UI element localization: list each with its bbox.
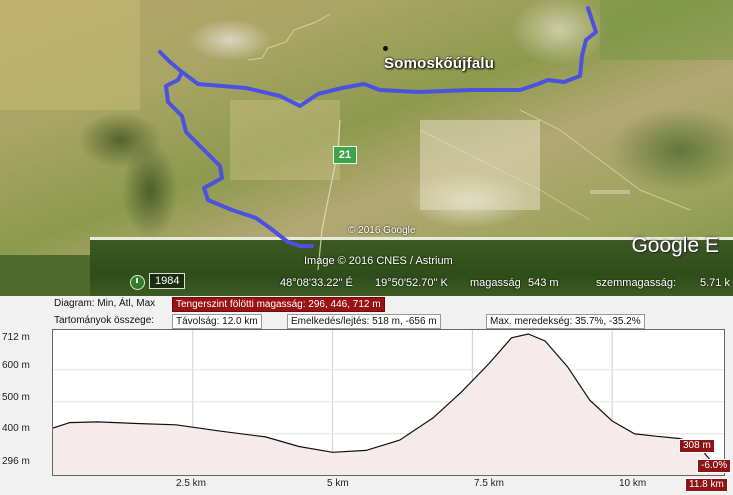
village-label: Somoskőújfalu	[384, 55, 495, 72]
satellite-map[interactable]: Somoskőújfalu 21 © 2016 Google Google E …	[0, 0, 733, 296]
elevation-value: 543 m	[528, 277, 559, 289]
elevation-label: magasság	[470, 277, 521, 289]
latitude-readout: 48°08'33.22" É	[280, 277, 353, 289]
end-altitude-tag: 308 m	[679, 439, 715, 453]
x-tick-label: 10 km	[619, 478, 647, 489]
y-tick-label: 600 m	[2, 360, 30, 371]
range-label: Tartományok összege:	[54, 315, 155, 326]
slope-stat: Max. meredekség: 35.7%, -35.2%	[486, 314, 645, 329]
clock-icon[interactable]	[130, 275, 145, 290]
elevation-chart-svg[interactable]	[53, 330, 724, 475]
profile-info-row: Tartományok összege: Távolság: 12.0 km E…	[0, 314, 733, 329]
image-credit: Image © 2016 CNES / Astrium	[304, 255, 453, 267]
y-tick-label: 400 m	[2, 423, 30, 434]
longitude-readout: 19°50'52.70" K	[375, 277, 448, 289]
x-tick-label: 5 km	[327, 478, 349, 489]
village-marker	[383, 46, 388, 51]
end-slope-tag: -6.0%	[697, 459, 732, 473]
map-copyright: © 2016 Google	[348, 225, 416, 236]
history-year-badge[interactable]: 1984	[149, 273, 186, 289]
google-logo: Google E	[631, 234, 719, 257]
x-tick-label: 2.5 km	[176, 478, 207, 489]
elevation-profile-panel: Diagram: Min, Átl, Max Tengerszint fölöt…	[0, 296, 733, 495]
elevation-area	[53, 334, 724, 475]
eye-altitude-label: szemmagasság:	[596, 277, 677, 289]
y-tick-label: 712 m	[2, 332, 30, 343]
y-tick-label: 296 m	[2, 456, 30, 467]
eye-altitude-value: 5.71 k	[700, 277, 730, 289]
x-tick-label: 7.5 km	[474, 478, 505, 489]
altitude-stat: Tengerszint fölötti magasság: 296, 446, …	[172, 297, 385, 312]
route-path[interactable]	[0, 0, 733, 296]
distance-stat: Távolság: 12.0 km	[172, 314, 262, 329]
y-tick-label: 500 m	[2, 392, 30, 403]
end-distance-tag: 11.8 km	[685, 478, 728, 492]
diagram-label: Diagram: Min, Átl, Max	[54, 298, 156, 309]
gain-loss-stat: Emelkedés/lejtés: 518 m, -656 m	[287, 314, 441, 329]
road-number-sign: 21	[333, 146, 357, 164]
elevation-chart[interactable]	[52, 329, 725, 476]
profile-info-row: Diagram: Min, Átl, Max Tengerszint fölöt…	[0, 297, 733, 312]
